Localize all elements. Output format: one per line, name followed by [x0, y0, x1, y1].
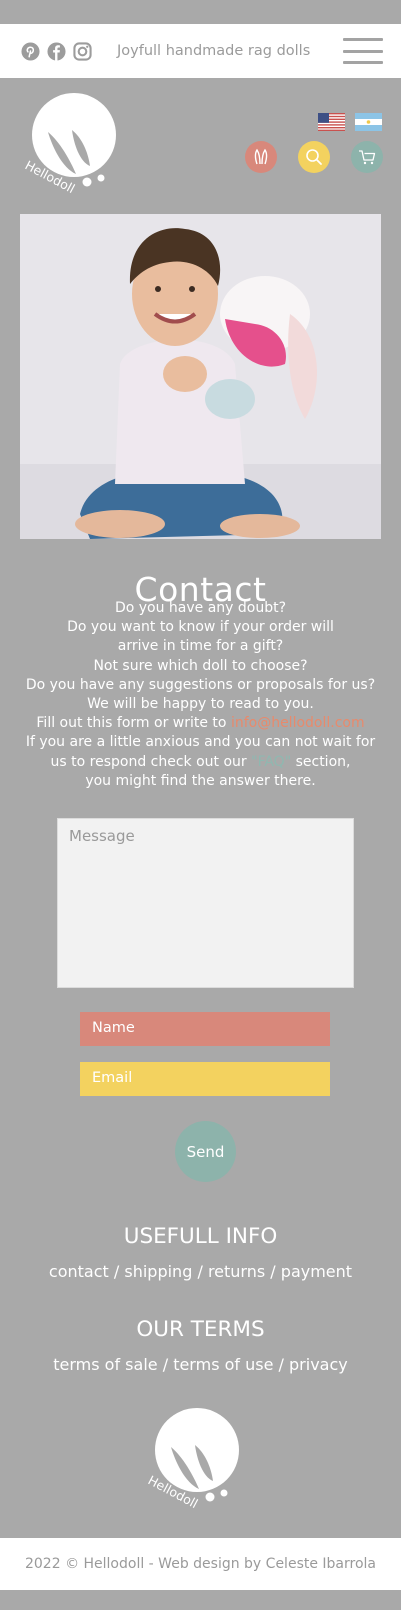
link-separator: /: [278, 1355, 290, 1374]
hero-photo-boy-with-rag-doll: [20, 214, 381, 539]
bunny-ears-icon[interactable]: [245, 141, 277, 173]
email-link[interactable]: info@hellodoll.com: [231, 715, 365, 731]
contact-line: Fill out this form or write to info@hell…: [0, 714, 401, 733]
footer-text: 2022 © Hellodoll - Web design by Celeste…: [24, 1556, 376, 1572]
facebook-icon[interactable]: [47, 41, 66, 61]
message-textarea[interactable]: Message: [57, 818, 354, 988]
search-icon[interactable]: [298, 141, 330, 173]
link-contact[interactable]: contact: [49, 1262, 109, 1281]
name-placeholder: Name: [92, 1020, 135, 1036]
link-privacy[interactable]: privacy: [289, 1355, 348, 1374]
hamburger-menu-icon[interactable]: [343, 38, 383, 64]
contact-line: If you are a little anxious and you can …: [25, 734, 376, 751]
send-button[interactable]: Send: [175, 1121, 236, 1182]
email-field[interactable]: Email: [80, 1062, 330, 1096]
useful-info-links: contact / shipping / returns / payment: [0, 1262, 401, 1281]
contact-line: you might find the answer there.: [85, 772, 316, 789]
contact-line: Do you want to know if your order will: [67, 619, 334, 636]
link-separator: /: [270, 1262, 281, 1281]
contact-line: us to respond check out our "FAQ" sectio…: [0, 753, 401, 772]
link-separator: /: [197, 1262, 208, 1281]
link-separator: /: [162, 1355, 174, 1374]
useful-info-title: USEFULL INFO: [123, 1224, 278, 1249]
menu-line: [343, 61, 383, 64]
argentina-flag-icon[interactable]: [355, 113, 382, 131]
contact-line: We will be happy to read to you.: [87, 696, 314, 713]
contact-line-text: Fill out this form or write to: [36, 715, 231, 732]
cart-icon[interactable]: [351, 141, 383, 173]
hellodoll-logo-footer[interactable]: Hellodoll: [145, 1405, 240, 1511]
our-terms-title: OUR TERMS: [136, 1317, 265, 1342]
footer-credits: 2022 © Hellodoll - Web design by Celeste…: [0, 1538, 401, 1590]
link-payment[interactable]: payment: [281, 1262, 352, 1281]
contact-line: Not sure which doll to choose?: [93, 657, 308, 674]
link-terms-of-sale[interactable]: terms of sale: [53, 1355, 157, 1374]
link-separator: /: [113, 1262, 125, 1281]
name-field[interactable]: Name: [80, 1012, 330, 1046]
social-links: [21, 41, 92, 61]
terms-links: terms of sale / terms of use / privacy: [0, 1355, 401, 1374]
contact-line-text: section,: [291, 753, 351, 770]
us-flag-icon[interactable]: [318, 113, 345, 131]
instagram-icon[interactable]: [73, 41, 92, 61]
contact-line: Do you have any suggestions or proposals…: [25, 676, 376, 693]
language-switcher: [318, 113, 382, 131]
faq-link[interactable]: "FAQ": [251, 754, 291, 770]
contact-line: Do you have any doubt?: [114, 600, 287, 616]
contact-line-text: us to respond check out our: [50, 753, 252, 770]
email-placeholder: Email: [92, 1070, 133, 1086]
menu-line: [343, 49, 383, 53]
pinterest-icon[interactable]: [21, 41, 40, 61]
message-placeholder: Message: [69, 827, 135, 845]
hellodoll-logo[interactable]: Hellodoll: [22, 90, 117, 196]
link-returns[interactable]: returns: [208, 1262, 265, 1281]
contact-intro: Do you have any doubt? Do you want to kn…: [0, 599, 401, 791]
contact-line: arrive in time for a gift?: [117, 638, 284, 655]
tagline: Joyfull handmade rag dolls: [117, 43, 311, 59]
link-shipping[interactable]: shipping: [124, 1262, 192, 1281]
top-bar: Joyfull handmade rag dolls: [0, 24, 401, 78]
menu-line: [343, 38, 383, 41]
link-terms-of-use[interactable]: terms of use: [173, 1355, 273, 1374]
nav-icons: [245, 141, 383, 173]
